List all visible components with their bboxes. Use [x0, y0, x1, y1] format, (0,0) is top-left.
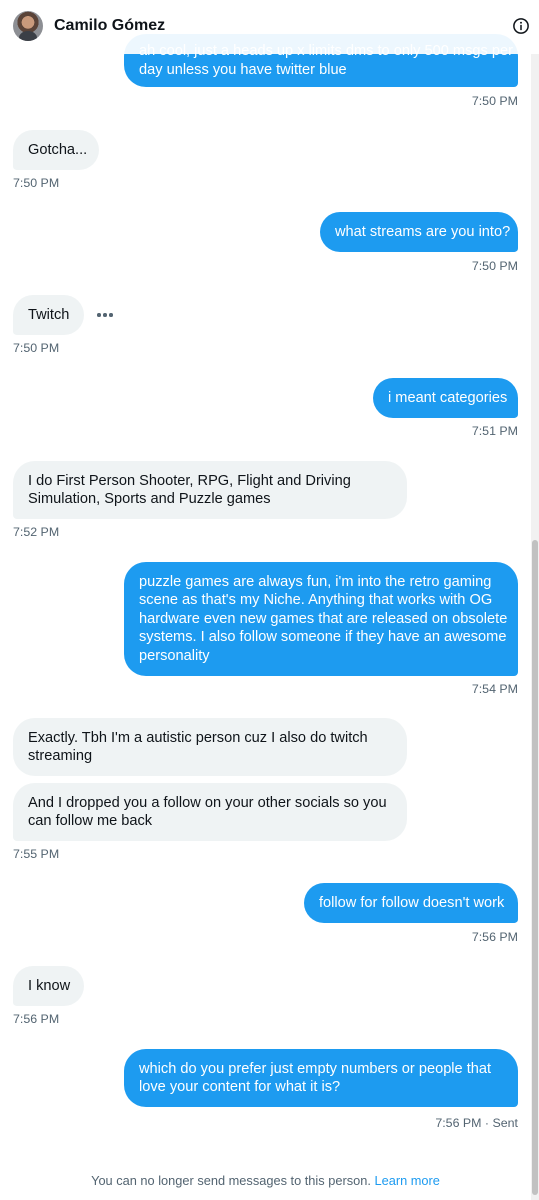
message-line: Twitch	[28, 306, 70, 323]
message-line: follow for follow doesn't work	[319, 894, 505, 911]
contact-name[interactable]: Camilo Gómez	[54, 16, 165, 36]
message-line: hardware even new games that are release…	[139, 610, 508, 627]
message-line: I do First Person Shooter, RPG, Flight a…	[28, 472, 351, 489]
message-bubble-sent[interactable]: i meant categories	[373, 378, 518, 418]
learn-more-link[interactable]: Learn more	[374, 1173, 439, 1188]
message-line: puzzle games are always fun, i'm into th…	[139, 573, 492, 590]
avatar[interactable]	[13, 11, 43, 41]
blocked-notice: You can no longer send messages to this …	[0, 1173, 531, 1189]
conversation-header: Camilo Gómez	[0, 0, 539, 54]
message-bubble-received[interactable]: Exactly. Tbh I'm a autistic person cuz I…	[13, 718, 407, 776]
message-line: can follow me back	[28, 813, 153, 829]
message-line: day unless you have twitter blue	[139, 61, 347, 78]
message-status: 7:56 PM · Sent	[435, 1116, 518, 1130]
message-bubble-sent[interactable]: follow for follow doesn't work	[304, 883, 518, 923]
message-timestamp: 7:56 PM	[13, 1012, 60, 1026]
message-timestamp: 7:50 PM	[13, 341, 60, 355]
message-bubble-sent[interactable]: what streams are you into?	[320, 212, 518, 252]
message-bubble-received[interactable]: And I dropped you a follow on your other…	[13, 783, 407, 841]
message-bubble-received[interactable]: I do First Person Shooter, RPG, Flight a…	[13, 461, 407, 519]
message-timestamp: 7:56 PM	[471, 930, 518, 944]
message-line: streaming	[28, 748, 93, 764]
message-timestamp: 7:52 PM	[13, 525, 60, 539]
scrollbar-thumb[interactable]	[532, 540, 538, 1195]
message-line: love your content for what it is?	[139, 1079, 341, 1095]
message-timestamp: 7:50 PM	[471, 94, 518, 108]
message-line: systems. I also follow someone if they h…	[139, 629, 507, 646]
message-bubble-received[interactable]: I know	[13, 966, 84, 1006]
message-line: And I dropped you a follow on your other…	[28, 794, 387, 811]
blocked-notice-text: You can no longer send messages to this …	[91, 1173, 371, 1188]
message-line: scene as that's my Niche. Anything that …	[139, 592, 493, 609]
message-line: I know	[28, 977, 71, 994]
more-options-icon[interactable]	[95, 307, 115, 323]
message-timestamp: 7:50 PM	[13, 176, 60, 190]
message-thread[interactable]: ah cool, just a heads up x limits dms to…	[0, 0, 539, 1200]
message-line: Exactly. Tbh I'm a autistic person cuz I…	[28, 729, 368, 746]
message-line: Simulation, Sports and Puzzle games	[28, 491, 271, 507]
message-timestamp: 7:51 PM	[471, 424, 518, 438]
message-bubble-received[interactable]: Twitch	[13, 295, 84, 335]
message-line: what streams are you into?	[335, 223, 511, 240]
info-circle-icon[interactable]	[512, 17, 530, 35]
message-line: which do you prefer just empty numbers o…	[139, 1060, 492, 1077]
message-timestamp: 7:54 PM	[471, 682, 518, 696]
message-bubble-sent[interactable]: which do you prefer just empty numbers o…	[124, 1049, 518, 1107]
message-line: personality	[139, 647, 210, 664]
message-bubble-received[interactable]: Gotcha...	[13, 130, 99, 170]
message-line: Gotcha...	[28, 141, 88, 158]
message-timestamp: 7:55 PM	[13, 847, 60, 861]
message-line: i meant categories	[388, 389, 508, 406]
message-timestamp: 7:50 PM	[471, 259, 518, 273]
message-bubble-sent[interactable]: puzzle games are always fun, i'm into th…	[124, 562, 518, 676]
